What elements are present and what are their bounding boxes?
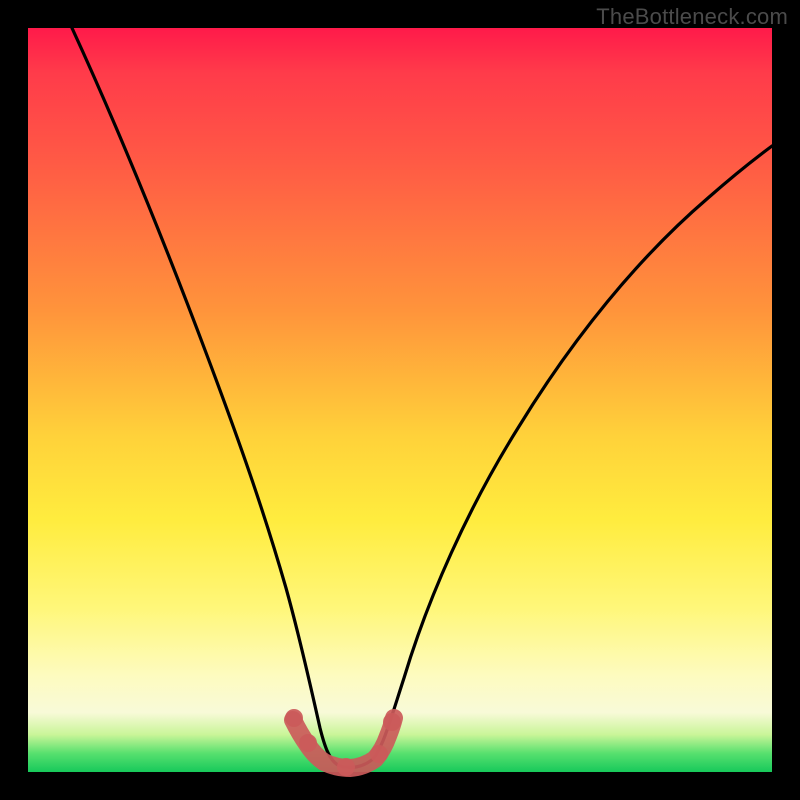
valley-dot-right2 [383,713,401,731]
valley-dot-left [285,709,303,727]
chart-frame: TheBottleneck.com [0,0,800,800]
attribution-text: TheBottleneck.com [596,4,788,30]
plot-area [28,28,772,772]
valley-dot-right [370,745,388,763]
curve-layer [28,28,772,772]
valley-dot-left2 [299,734,317,752]
bottleneck-curve [72,28,772,767]
valley-dot-mid [337,758,355,776]
